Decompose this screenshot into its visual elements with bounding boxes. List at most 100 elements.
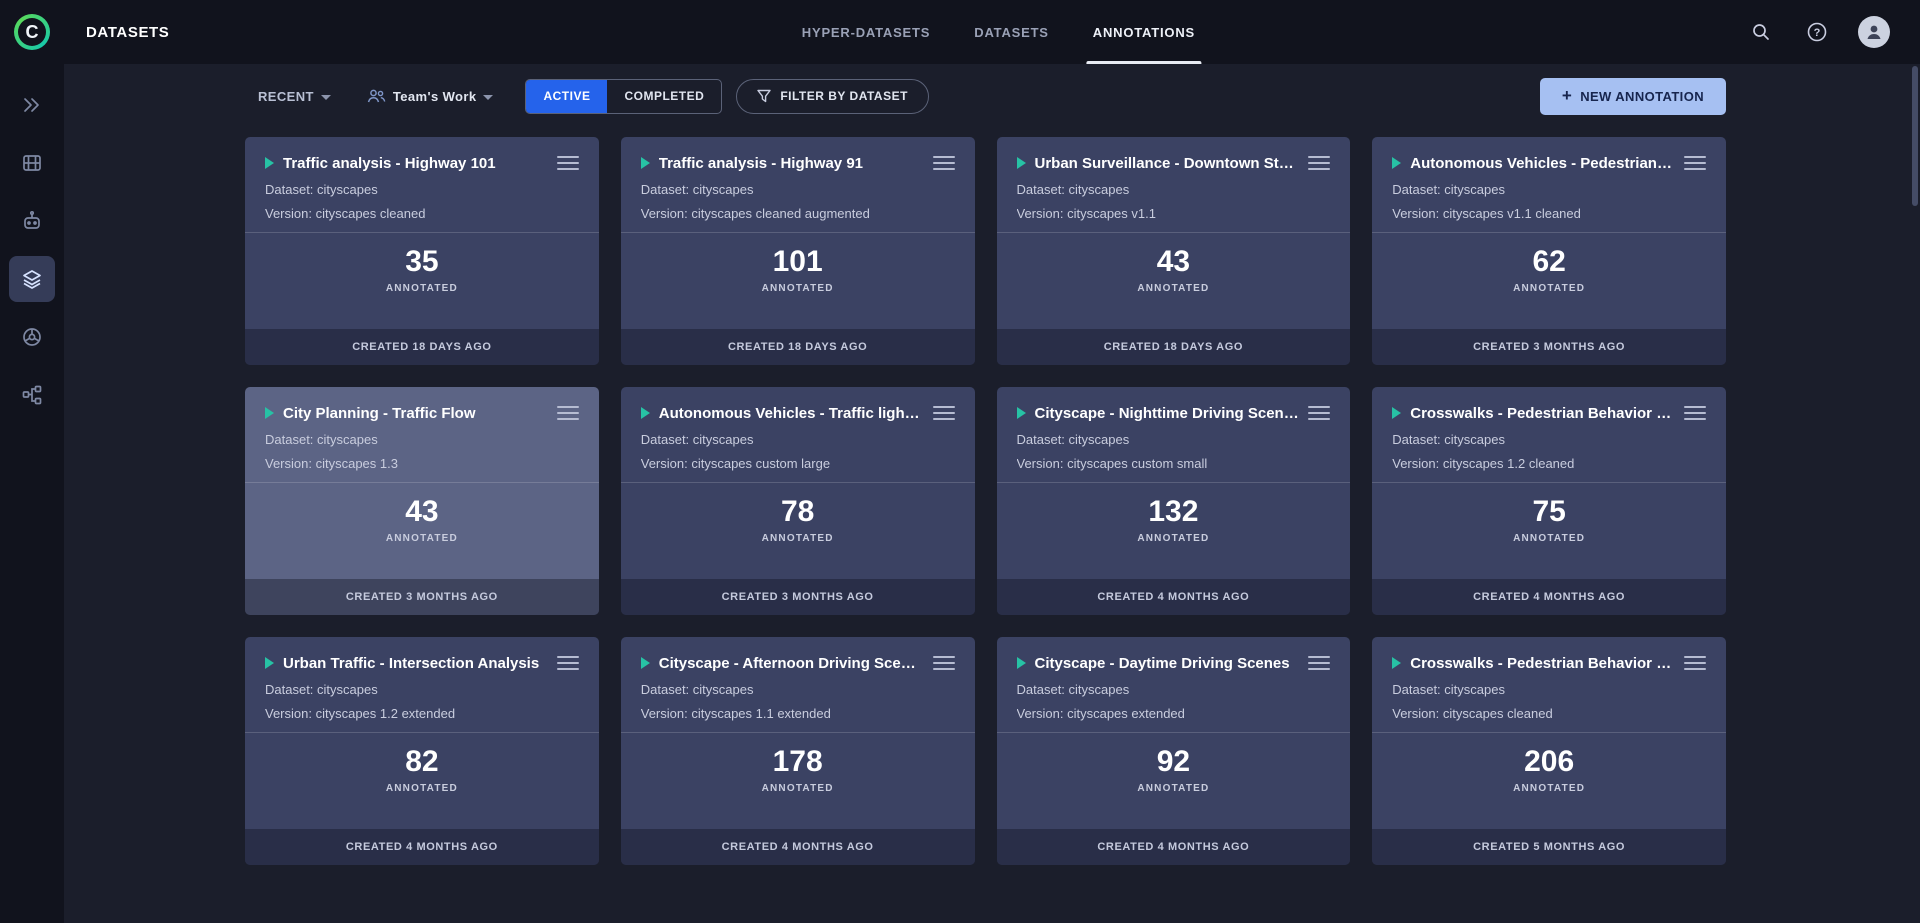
- chevron-down-icon: [483, 95, 493, 100]
- card-header: Crosswalks - Pedestrian Behavior P…: [1392, 403, 1706, 423]
- sidebar-item-experiments[interactable]: [9, 314, 55, 360]
- play-icon: [641, 157, 650, 169]
- annotated-count: 62: [1392, 245, 1706, 279]
- annotated-count: 43: [1017, 245, 1331, 279]
- annotation-card[interactable]: Autonomous Vehicles - Traffic light … Da…: [621, 387, 975, 615]
- play-icon: [1392, 157, 1401, 169]
- toolbar: RECENT Team's Work ACTIVE COMPLETED: [245, 76, 1726, 116]
- annotation-card[interactable]: Traffic analysis - Highway 91 Dataset: c…: [621, 137, 975, 365]
- play-icon: [1392, 657, 1401, 669]
- annotation-card[interactable]: Urban Traffic - Intersection Analysis Da…: [245, 637, 599, 865]
- card-version: Version: cityscapes extended: [1017, 706, 1331, 721]
- new-annotation-button[interactable]: + NEW ANNOTATION: [1540, 78, 1726, 115]
- card-dataset: Dataset: cityscapes: [641, 682, 955, 697]
- play-icon: [265, 157, 274, 169]
- annotated-label: ANNOTATED: [1017, 533, 1331, 544]
- filter-by-dataset-button[interactable]: FILTER BY DATASET: [736, 79, 929, 114]
- annotation-card[interactable]: Urban Surveillance - Downtown Stre… Data…: [997, 137, 1351, 365]
- annotated-count: 92: [1017, 745, 1331, 779]
- card-created: CREATED 18 DAYS AGO: [621, 329, 975, 365]
- annotated-count: 178: [641, 745, 955, 779]
- app-logo[interactable]: C: [0, 0, 64, 64]
- annotation-cards-grid: Traffic analysis - Highway 101 Dataset: …: [245, 137, 1726, 865]
- card-menu-icon[interactable]: [1308, 403, 1330, 423]
- annotated-label: ANNOTATED: [641, 783, 955, 794]
- card-menu-icon[interactable]: [933, 153, 955, 173]
- card-header: Urban Traffic - Intersection Analysis: [265, 653, 579, 673]
- card-menu-icon[interactable]: [557, 403, 579, 423]
- annotation-card[interactable]: Crosswalks - Pedestrian Behavior P… Data…: [1372, 637, 1726, 865]
- card-title: Cityscape - Daytime Driving Scenes: [1035, 655, 1300, 672]
- play-icon: [641, 407, 650, 419]
- card-divider: [621, 732, 975, 733]
- sort-dropdown[interactable]: RECENT: [258, 89, 331, 104]
- annotation-card[interactable]: Cityscape - Nighttime Driving Scenes Dat…: [997, 387, 1351, 615]
- tab-datasets[interactable]: DATASETS: [974, 0, 1049, 64]
- avatar[interactable]: [1858, 16, 1890, 48]
- card-dataset: Dataset: cityscapes: [265, 682, 579, 697]
- annotation-card[interactable]: Cityscape - Daytime Driving Scenes Datas…: [997, 637, 1351, 865]
- card-menu-icon[interactable]: [1308, 653, 1330, 673]
- toggle-completed[interactable]: COMPLETED: [607, 80, 721, 113]
- help-icon[interactable]: ?: [1802, 17, 1832, 47]
- card-version: Version: cityscapes 1.1 extended: [641, 706, 955, 721]
- card-menu-icon[interactable]: [1684, 653, 1706, 673]
- sidebar-item-ai-apps[interactable]: [9, 198, 55, 244]
- card-dataset: Dataset: cityscapes: [1392, 432, 1706, 447]
- card-header: Cityscape - Daytime Driving Scenes: [1017, 653, 1331, 673]
- card-header: Cityscape - Nighttime Driving Scenes: [1017, 403, 1331, 423]
- card-title: Urban Traffic - Intersection Analysis: [283, 655, 548, 672]
- scope-dropdown[interactable]: Team's Work: [367, 88, 494, 104]
- card-created: CREATED 4 MONTHS AGO: [621, 829, 975, 865]
- logo-letter: C: [18, 18, 46, 46]
- annotated-count: 132: [1017, 495, 1331, 529]
- sidebar-item-getting-started[interactable]: [9, 82, 55, 128]
- card-title: Urban Surveillance - Downtown Stre…: [1035, 155, 1300, 172]
- card-menu-icon[interactable]: [557, 153, 579, 173]
- card-header: Cityscape - Afternoon Driving Scenes: [641, 653, 955, 673]
- annotation-card[interactable]: Crosswalks - Pedestrian Behavior P… Data…: [1372, 387, 1726, 615]
- card-menu-icon[interactable]: [1684, 403, 1706, 423]
- card-title: Cityscape - Afternoon Driving Scenes: [659, 655, 924, 672]
- annotated-label: ANNOTATED: [1392, 283, 1706, 294]
- annotation-card[interactable]: Cityscape - Afternoon Driving Scenes Dat…: [621, 637, 975, 865]
- card-menu-icon[interactable]: [557, 653, 579, 673]
- card-header: Traffic analysis - Highway 101: [265, 153, 579, 173]
- card-created: CREATED 18 DAYS AGO: [245, 329, 599, 365]
- play-icon: [265, 657, 274, 669]
- annotated-count: 43: [265, 495, 579, 529]
- card-menu-icon[interactable]: [1684, 153, 1706, 173]
- sidebar-item-pipelines[interactable]: [9, 372, 55, 418]
- card-menu-icon[interactable]: [933, 653, 955, 673]
- sidebar-item-datasets[interactable]: [9, 140, 55, 186]
- toggle-active[interactable]: ACTIVE: [526, 80, 607, 113]
- card-created: CREATED 18 DAYS AGO: [997, 329, 1351, 365]
- tab-hyper-datasets[interactable]: HYPER-DATASETS: [802, 0, 930, 64]
- card-menu-icon[interactable]: [1308, 153, 1330, 173]
- annotation-card[interactable]: Autonomous Vehicles - Pedestrian … Datas…: [1372, 137, 1726, 365]
- card-created: CREATED 3 MONTHS AGO: [245, 579, 599, 615]
- scope-dropdown-label: Team's Work: [393, 89, 477, 104]
- scrollbar[interactable]: [1912, 66, 1918, 206]
- tab-annotations[interactable]: ANNOTATIONS: [1093, 0, 1195, 64]
- card-title: Crosswalks - Pedestrian Behavior P…: [1410, 655, 1675, 672]
- play-icon: [1392, 407, 1401, 419]
- card-title: City Planning - Traffic Flow: [283, 405, 548, 422]
- plus-icon: +: [1562, 86, 1572, 106]
- annotated-count: 78: [641, 495, 955, 529]
- sidebar: [0, 64, 64, 923]
- card-title: Autonomous Vehicles - Pedestrian …: [1410, 155, 1675, 172]
- card-divider: [621, 482, 975, 483]
- annotation-card[interactable]: City Planning - Traffic Flow Dataset: ci…: [245, 387, 599, 615]
- ai-apps-icon: [20, 209, 44, 233]
- card-dataset: Dataset: cityscapes: [1017, 432, 1331, 447]
- search-icon[interactable]: [1746, 17, 1776, 47]
- annotation-card[interactable]: Traffic analysis - Highway 101 Dataset: …: [245, 137, 599, 365]
- annotated-count: 206: [1392, 745, 1706, 779]
- team-icon: [367, 88, 386, 104]
- card-header: Traffic analysis - Highway 91: [641, 153, 955, 173]
- sidebar-item-annotations[interactable]: [9, 256, 55, 302]
- card-divider: [1372, 482, 1726, 483]
- card-menu-icon[interactable]: [933, 403, 955, 423]
- card-version: Version: cityscapes 1.2 extended: [265, 706, 579, 721]
